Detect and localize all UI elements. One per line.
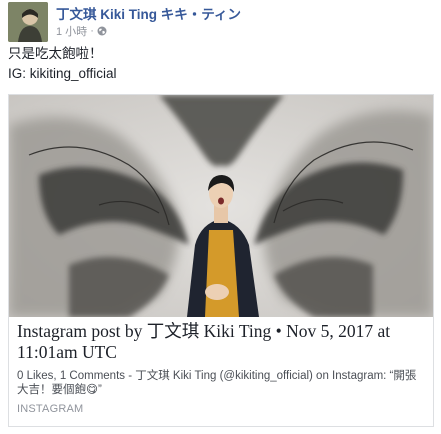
link-preview-card[interactable]: Instagram post by 丁文琪 Kiki Ting • Nov 5,… <box>8 94 434 427</box>
globe-icon[interactable] <box>97 26 107 36</box>
post-message: 只是吃太飽啦！ IG: kikiting_official <box>8 44 117 84</box>
link-preview-image[interactable] <box>9 95 433 317</box>
link-preview-title[interactable]: Instagram post by 丁文琪 Kiki Ting • Nov 5,… <box>17 321 427 363</box>
author-name-link[interactable]: 丁文琪 Kiki Ting キキ・ティン <box>56 3 241 23</box>
post-message-line: IG: kikiting_official <box>8 66 117 81</box>
post-header: 丁文琪 Kiki Ting キキ・ティン 1 小時 · <box>8 2 433 42</box>
link-preview-body: Instagram post by 丁文琪 Kiki Ting • Nov 5,… <box>17 321 427 415</box>
post-timestamp[interactable]: 1 小時 <box>56 23 87 39</box>
link-preview-source: INSTAGRAM <box>17 403 84 415</box>
link-preview-description: 0 Likes, 1 Comments - 丁文琪 Kiki Ting (@ki… <box>17 370 417 396</box>
post-meta: 1 小時 · <box>56 23 107 39</box>
post-message-line: 只是吃太飽啦！ <box>8 46 103 61</box>
avatar-image <box>8 2 48 42</box>
ink-art-photo <box>9 95 433 317</box>
avatar[interactable] <box>8 2 48 42</box>
meta-separator: · <box>90 25 94 37</box>
